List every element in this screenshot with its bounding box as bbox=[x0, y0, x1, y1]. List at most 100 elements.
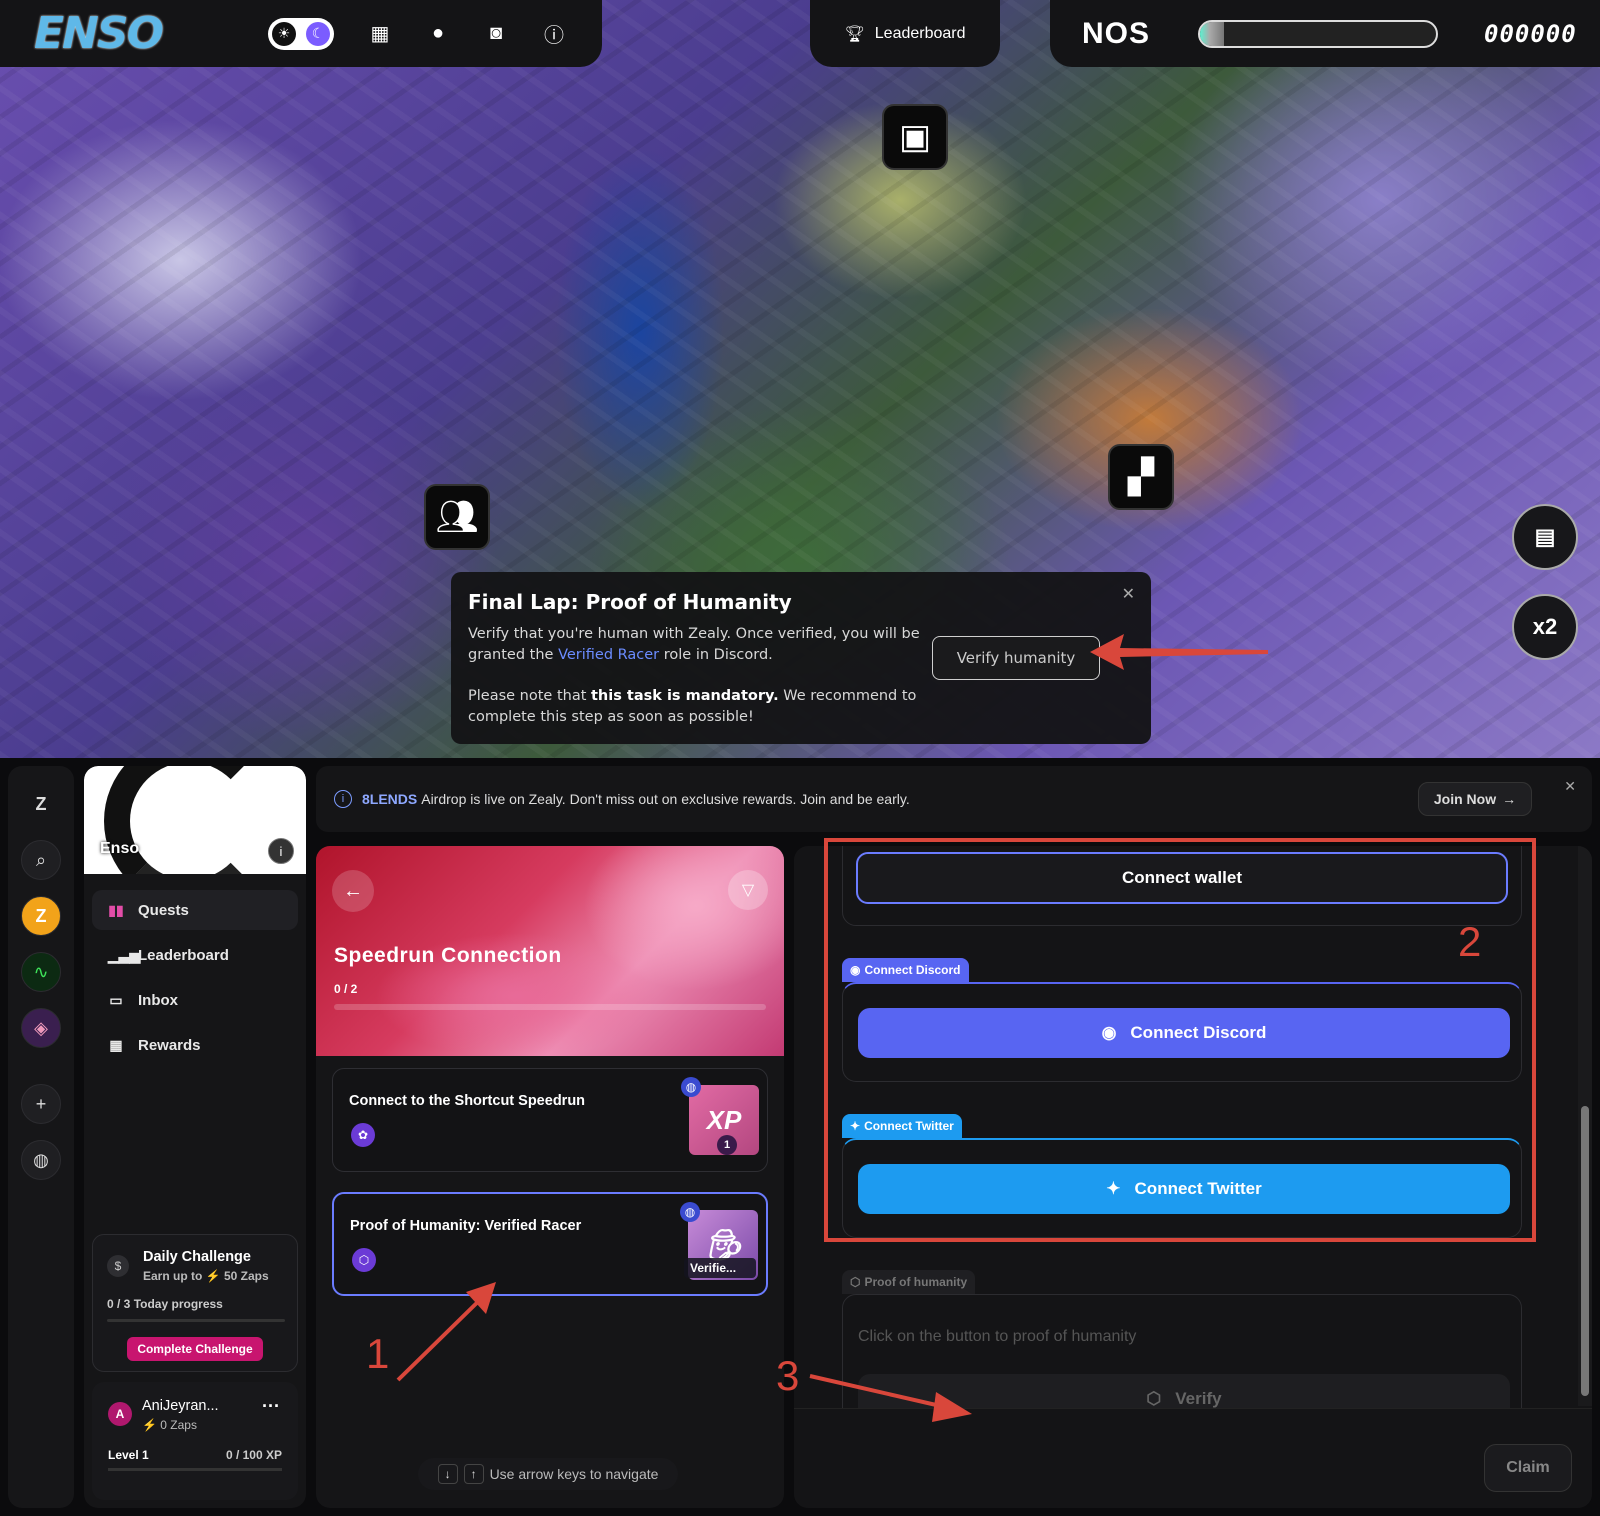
sun-icon: ☀ bbox=[272, 21, 296, 46]
popup-description: Verify that you're human with Zealy. Onc… bbox=[468, 624, 923, 666]
community-banner: Enso i bbox=[84, 766, 306, 874]
theme-toggle[interactable]: ☀ ☾ bbox=[268, 17, 334, 50]
globe-icon: ◍ bbox=[680, 1202, 700, 1222]
nav-rewards[interactable]: ▦ Rewards bbox=[92, 1025, 298, 1065]
nav-leaderboard[interactable]: ▁▃▅ Leaderboard bbox=[92, 935, 298, 975]
connect-wallet-button[interactable]: Connect wallet bbox=[856, 852, 1508, 904]
proof-of-humanity-tab: ⬡ Proof of humanity bbox=[842, 1270, 976, 1294]
arrow-right-icon: → bbox=[1502, 791, 1517, 807]
zealy-logo-icon[interactable]: Z bbox=[21, 784, 61, 824]
claim-button[interactable]: Claim bbox=[1484, 1444, 1572, 1492]
verified-racer-link[interactable]: Verified Racer bbox=[558, 647, 659, 663]
daily-progress-bar bbox=[107, 1319, 285, 1322]
tab-label: Connect Twitter bbox=[864, 1119, 954, 1133]
nav-quests[interactable]: ▮▮ Quests bbox=[92, 890, 298, 930]
quest-title: Connect to the Shortcut Speedrun bbox=[349, 1093, 586, 1109]
popup-note: Please note that this task is mandatory.… bbox=[468, 686, 923, 728]
race-flag-marker-icon[interactable]: ▞ bbox=[1108, 444, 1174, 510]
community-avatar-chart[interactable]: ∿ bbox=[21, 952, 61, 992]
join-now-label: Join Now bbox=[1433, 791, 1497, 807]
users-marker-icon[interactable]: 👥︎ bbox=[424, 484, 490, 550]
quest-card[interactable]: Connect to the Shortcut Speedrun ✿ XP ◍ … bbox=[332, 1068, 768, 1172]
labyrinth-marker-icon[interactable]: ▣ bbox=[882, 104, 948, 170]
user-icon[interactable]: ● bbox=[426, 22, 450, 46]
arrow-down-icon: ↓ bbox=[437, 1464, 458, 1484]
settings-icon: ✿ bbox=[351, 1123, 375, 1147]
more-icon[interactable]: ··· bbox=[262, 1396, 280, 1417]
enso-logo[interactable]: ENSO bbox=[34, 8, 234, 59]
scrollbar[interactable] bbox=[1578, 846, 1592, 1406]
scrollbar-thumb[interactable] bbox=[1581, 1106, 1589, 1396]
info-icon[interactable]: i bbox=[268, 838, 294, 864]
dollar-icon: $ bbox=[107, 1255, 129, 1277]
info-icon: i bbox=[334, 790, 352, 808]
complete-challenge-button[interactable]: Complete Challenge bbox=[127, 1337, 263, 1361]
community-sidebar: Enso i ▮▮ Quests ▁▃▅ Leaderboard ▭ Inbox ▦ R… bbox=[84, 766, 306, 1508]
community-rail: Z ⌕ Z ∿ ◈ + ◍ bbox=[8, 766, 74, 1508]
module-title: Speedrun Connection bbox=[334, 944, 562, 967]
community-avatar-coin[interactable]: Z bbox=[21, 896, 61, 936]
popup-title: Final Lap: Proof of Humanity bbox=[468, 590, 792, 614]
community-avatar-badge[interactable]: ◈ bbox=[21, 1008, 61, 1048]
hexagon-icon: ⬡ bbox=[850, 1275, 861, 1289]
avatar[interactable]: A bbox=[108, 1402, 132, 1426]
daily-title: Daily Challenge bbox=[143, 1249, 251, 1265]
xp-progress-bar bbox=[108, 1468, 282, 1471]
nav-inbox[interactable]: ▭ Inbox bbox=[92, 980, 298, 1020]
globe-icon[interactable]: ◍ bbox=[21, 1140, 61, 1180]
nav-label: Leaderboard bbox=[138, 946, 229, 964]
nos-fuel-bar bbox=[1198, 19, 1438, 48]
nos-fuel-fill bbox=[1200, 21, 1224, 46]
connect-discord-button[interactable]: ◉ Connect Discord bbox=[858, 1008, 1510, 1058]
hint-text: Use arrow keys to navigate bbox=[489, 1466, 659, 1482]
daily-progress: 0 / 3 Today progress bbox=[107, 1297, 223, 1311]
popup-bold-text: this task is mandatory. bbox=[591, 688, 779, 704]
user-level: Level 1 bbox=[108, 1448, 149, 1462]
globe-icon: ◍ bbox=[681, 1077, 701, 1097]
score-counter: 000000 bbox=[1484, 19, 1577, 48]
poh-instruction: Click on the button to proof of humanity bbox=[858, 1328, 1137, 1345]
filter-icon[interactable]: ▽ bbox=[728, 870, 768, 910]
nav-label: Quests bbox=[138, 901, 189, 919]
user-card: A AniJeyran... ⚡ 0 Zaps ··· Level 1 0 / … bbox=[92, 1382, 298, 1500]
camera-icon[interactable]: ◙ bbox=[484, 22, 508, 46]
verify-humanity-button[interactable]: Verify humanity bbox=[932, 636, 1100, 680]
game-view: ENSO ☀ ☾ ▦ ● ◙ ⓘ 🏆︎ Leaderboard NOS 0000… bbox=[0, 0, 1600, 758]
add-community-icon[interactable]: + bbox=[21, 1084, 61, 1124]
back-arrow-icon[interactable]: ← bbox=[332, 870, 374, 912]
connect-discord-tab: ◉ Connect Discord bbox=[842, 958, 969, 982]
join-now-button[interactable]: Join Now → bbox=[1418, 782, 1532, 816]
close-icon[interactable]: ✕ bbox=[1122, 584, 1135, 603]
module-progress-bar bbox=[334, 1004, 766, 1010]
quest-title: Proof of Humanity: Verified Racer bbox=[350, 1218, 582, 1234]
announcement-brand[interactable]: 8LENDS bbox=[362, 791, 417, 807]
chest-icon: ▤ bbox=[1534, 524, 1556, 549]
proof-of-humanity-popup: Final Lap: Proof of Humanity ✕ Verify th… bbox=[451, 572, 1151, 744]
zap-icon: ⚡ bbox=[142, 1418, 157, 1432]
connect-twitter-button[interactable]: ✦ Connect Twitter bbox=[858, 1164, 1510, 1214]
grid-icon[interactable]: ▦ bbox=[368, 22, 392, 46]
nav-label: Inbox bbox=[138, 991, 178, 1009]
twitter-icon: ✦ bbox=[1106, 1179, 1121, 1198]
tab-label: Proof of humanity bbox=[864, 1275, 968, 1289]
search-icon[interactable]: ⌕ bbox=[21, 840, 61, 880]
gift-icon: ▦ bbox=[109, 1036, 123, 1053]
treasure-chest-button[interactable]: ▤ bbox=[1512, 504, 1578, 570]
nos-label: NOS bbox=[1082, 16, 1151, 50]
button-label: Verify bbox=[1175, 1389, 1222, 1408]
close-icon[interactable]: ✕ bbox=[1564, 778, 1576, 795]
announcement-text: Airdrop is live on Zealy. Don't miss out… bbox=[421, 791, 910, 807]
quest-card-selected[interactable]: Proof of Humanity: Verified Racer ⬡ 🕵︎ ◍… bbox=[332, 1192, 768, 1296]
multiplier-button[interactable]: x2 bbox=[1512, 594, 1578, 660]
info-icon[interactable]: ⓘ bbox=[542, 22, 566, 47]
discord-icon: ◉ bbox=[1101, 1023, 1117, 1042]
quests-icon: ▮▮ bbox=[108, 901, 124, 918]
popup-text: role in Discord. bbox=[659, 647, 773, 663]
daily-progress-label: Today progress bbox=[133, 1297, 223, 1311]
reward-label: Verifie... bbox=[684, 1258, 756, 1278]
button-label: Connect Discord bbox=[1130, 1023, 1267, 1042]
daily-subtitle: Earn up to ⚡ 50 Zaps bbox=[143, 1269, 269, 1283]
leaderboard-button[interactable]: 🏆︎ Leaderboard bbox=[810, 0, 1000, 67]
connect-twitter-tab: ✦ Connect Twitter bbox=[842, 1114, 962, 1138]
module-header: ← ▽ Speedrun Connection 0 / 2 bbox=[316, 846, 784, 1056]
